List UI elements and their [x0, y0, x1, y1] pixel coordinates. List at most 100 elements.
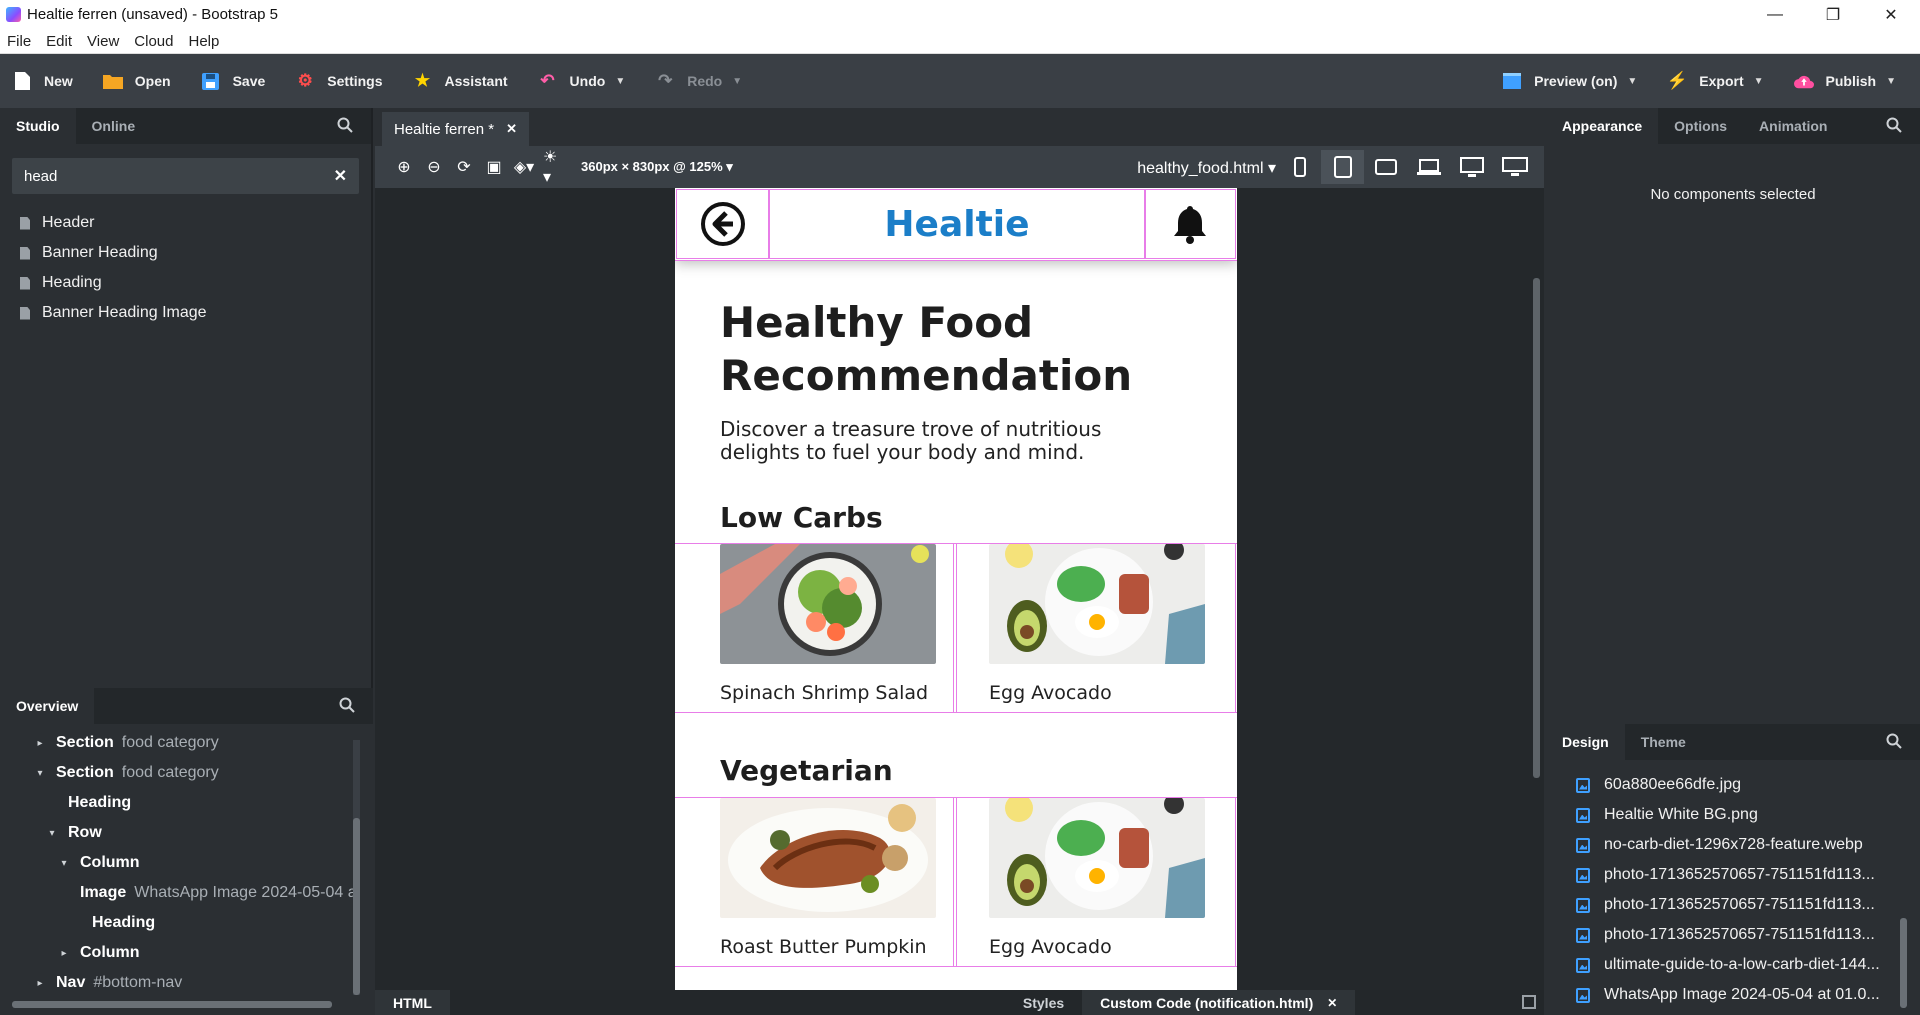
tree-scrollbar[interactable]: [353, 740, 360, 995]
viewport-scrollbar[interactable]: [1533, 278, 1540, 778]
back-button[interactable]: [676, 189, 770, 259]
food-card[interactable]: Roast Butter Pumpkin: [675, 797, 954, 967]
page-preview[interactable]: Healtie Healthy Food Recommendation Disc…: [675, 188, 1237, 990]
result-item[interactable]: Heading: [0, 268, 371, 298]
food-row[interactable]: Spinach Shrimp Salad Egg Avocado: [675, 543, 1237, 713]
asset-item[interactable]: photo-1713652570657-751151fd113...: [1546, 920, 1906, 950]
redo-dropdown-icon[interactable]: ▼: [732, 76, 742, 87]
asset-item[interactable]: photo-1713652570657-751151fd113...: [1546, 860, 1906, 890]
zoom-in-icon[interactable]: ⊕: [393, 156, 415, 178]
search-icon[interactable]: [1886, 733, 1904, 751]
tab-overview[interactable]: Overview: [0, 688, 95, 724]
save-button[interactable]: Save: [189, 63, 278, 99]
layers-icon[interactable]: ◈▾: [513, 156, 535, 178]
tree-node[interactable]: ▸ Section food category: [0, 728, 360, 758]
new-button[interactable]: New: [0, 63, 85, 99]
undo-dropdown-icon[interactable]: ▼: [615, 76, 625, 87]
device-tablet-icon[interactable]: [1321, 150, 1364, 184]
preview-dropdown-icon[interactable]: ▼: [1627, 76, 1637, 87]
tree-node[interactable]: ▾ Column: [0, 848, 360, 878]
tree-node[interactable]: Heading: [0, 788, 360, 818]
preview-button[interactable]: Preview (on) ▼: [1490, 63, 1649, 99]
search-icon[interactable]: [337, 117, 355, 135]
close-tab-icon[interactable]: ✕: [506, 121, 517, 137]
page-header[interactable]: Healtie: [675, 188, 1237, 261]
device-desktop-icon[interactable]: [1450, 150, 1493, 184]
asset-item[interactable]: Healtie White BG.png: [1546, 800, 1906, 830]
asset-item[interactable]: WhatsApp Image 2024-05-04 at 01.0...: [1546, 980, 1906, 1010]
tab-animation[interactable]: Animation: [1743, 108, 1843, 144]
menu-edit[interactable]: Edit: [39, 33, 80, 50]
expand-arrow-icon[interactable]: ▾: [34, 768, 46, 779]
tab-options[interactable]: Options: [1658, 108, 1743, 144]
asset-item[interactable]: no-carb-diet-1296x728-feature.webp: [1546, 830, 1906, 860]
tree-scroll-thumb[interactable]: [353, 818, 360, 995]
file-dropdown[interactable]: healthy_food.html ▾: [1137, 158, 1276, 178]
export-dropdown-icon[interactable]: ▼: [1754, 76, 1764, 87]
menu-file[interactable]: File: [0, 33, 39, 50]
clear-search-icon[interactable]: ✕: [334, 166, 347, 186]
doc-tab[interactable]: Healtie ferren * ✕: [382, 112, 529, 146]
asset-item[interactable]: 60a880ee66dfe.jpg: [1546, 770, 1906, 800]
fit-icon[interactable]: ▣: [483, 156, 505, 178]
expand-arrow-icon[interactable]: ▸: [34, 978, 46, 989]
rotate-icon[interactable]: ⟳: [453, 156, 475, 178]
asset-scrollbar[interactable]: [1900, 918, 1907, 1008]
notification-button[interactable]: [1144, 189, 1236, 259]
device-tablet-landscape-icon[interactable]: [1364, 150, 1407, 184]
food-card[interactable]: Spinach Shrimp Salad: [675, 543, 954, 713]
tree-horizontal-scrollbar[interactable]: [12, 1001, 332, 1008]
tab-custom-code[interactable]: Custom Code (notification.html) ✕: [1082, 990, 1356, 1015]
viewport-size-dropdown[interactable]: 360px × 830px @ 125% ▾: [581, 159, 733, 175]
tab-html[interactable]: HTML: [375, 990, 450, 1015]
tab-appearance[interactable]: Appearance: [1546, 108, 1659, 144]
device-widescreen-icon[interactable]: [1493, 150, 1536, 184]
result-item[interactable]: Banner Heading: [0, 238, 371, 268]
close-window-button[interactable]: ✕: [1862, 0, 1920, 29]
food-row[interactable]: Roast Butter Pumpkin Egg Avocado: [675, 797, 1237, 967]
minimize-button[interactable]: —: [1746, 0, 1804, 29]
result-item[interactable]: Header: [0, 208, 371, 238]
tree-node[interactable]: ▾ Row: [0, 818, 360, 848]
maximize-button[interactable]: ❐: [1804, 0, 1862, 29]
asset-item[interactable]: ultimate-guide-to-a-low-carb-diet-144...: [1546, 950, 1906, 980]
brightness-icon[interactable]: ☀▾: [543, 149, 565, 186]
menu-cloud[interactable]: Cloud: [127, 33, 181, 50]
tab-styles[interactable]: Styles: [1005, 990, 1082, 1015]
undo-button[interactable]: ↶ Undo ▼: [526, 63, 638, 99]
publish-button[interactable]: Publish ▼: [1782, 63, 1908, 99]
export-button[interactable]: ⚡ Export ▼: [1655, 63, 1775, 99]
open-button[interactable]: Open: [91, 63, 183, 99]
maximize-panel-icon[interactable]: [1522, 995, 1536, 1009]
expand-arrow-icon[interactable]: ▸: [58, 948, 70, 959]
tab-online[interactable]: Online: [76, 108, 152, 144]
tree-node[interactable]: Heading: [0, 908, 360, 938]
component-search-input[interactable]: head ✕: [12, 158, 359, 194]
expand-arrow-icon[interactable]: ▸: [34, 738, 46, 749]
tab-theme[interactable]: Theme: [1625, 724, 1702, 760]
result-item[interactable]: Banner Heading Image: [0, 298, 371, 328]
tree-node[interactable]: ▸ Nav #bottom-nav: [0, 968, 360, 998]
search-icon[interactable]: [1886, 117, 1904, 135]
device-laptop-icon[interactable]: [1407, 150, 1450, 184]
food-card[interactable]: Egg Avocado: [956, 543, 1236, 713]
expand-arrow-icon[interactable]: ▾: [58, 858, 70, 869]
expand-arrow-icon[interactable]: ▾: [46, 828, 58, 839]
tab-design[interactable]: Design: [1546, 724, 1625, 760]
food-card[interactable]: Egg Avocado: [956, 797, 1236, 967]
tree-node[interactable]: ▸ Column: [0, 938, 360, 968]
zoom-out-icon[interactable]: ⊖: [423, 156, 445, 178]
device-phone-icon[interactable]: [1278, 150, 1321, 184]
tab-studio[interactable]: Studio: [0, 108, 76, 144]
redo-button[interactable]: ↷ Redo ▼: [643, 63, 754, 99]
search-icon[interactable]: [339, 697, 357, 715]
tree-node[interactable]: ▾ Section food category: [0, 758, 360, 788]
settings-button[interactable]: ⚙ Settings: [283, 63, 394, 99]
assistant-button[interactable]: ★ Assistant: [401, 63, 520, 99]
tree-node[interactable]: Image WhatsApp Image 2024-05-04 at 01.0: [0, 878, 360, 908]
publish-dropdown-icon[interactable]: ▼: [1886, 76, 1896, 87]
menu-help[interactable]: Help: [181, 33, 227, 50]
menu-view[interactable]: View: [80, 33, 127, 50]
close-tab-icon[interactable]: ✕: [1327, 996, 1337, 1010]
asset-item[interactable]: photo-1713652570657-751151fd113...: [1546, 890, 1906, 920]
